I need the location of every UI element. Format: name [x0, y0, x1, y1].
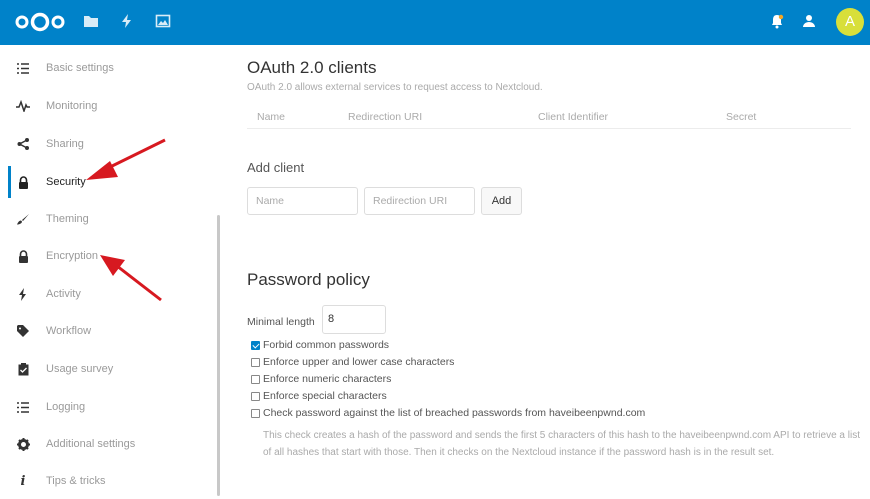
- lock-icon: [16, 249, 30, 263]
- enforce-numeric-checkbox[interactable]: [251, 375, 260, 384]
- sidebar-item-encryption[interactable]: Encryption: [0, 238, 216, 274]
- notifications-icon[interactable]: [770, 13, 784, 34]
- forbid-common-passwords-label[interactable]: Forbid common passwords: [263, 339, 389, 351]
- enforce-numeric-label[interactable]: Enforce numeric characters: [263, 373, 391, 385]
- sidebar-item-security[interactable]: Security: [0, 164, 216, 200]
- minimal-length-label: Minimal length: [247, 316, 315, 328]
- list-icon: [16, 400, 30, 414]
- enforce-special-label[interactable]: Enforce special characters: [263, 390, 387, 402]
- contacts-icon[interactable]: [801, 13, 817, 34]
- minimal-length-input[interactable]: 8: [322, 305, 386, 334]
- pulse-icon: [16, 99, 30, 113]
- breached-check-description: This check creates a hash of the passwor…: [263, 430, 860, 458]
- gallery-icon[interactable]: [155, 13, 171, 34]
- sidebar-item-monitoring[interactable]: Monitoring: [0, 88, 216, 124]
- activity-icon[interactable]: [120, 13, 134, 34]
- lightning-icon: [16, 287, 30, 301]
- client-name-input[interactable]: Name: [247, 187, 358, 215]
- sidebar-item-workflow[interactable]: Workflow: [0, 313, 216, 349]
- brush-icon: [16, 212, 30, 226]
- gear-icon: [16, 437, 30, 451]
- breached-passwords-label[interactable]: Check password against the list of breac…: [263, 407, 645, 419]
- sidebar-item-usage-survey[interactable]: Usage survey: [0, 351, 216, 387]
- sidebar-item-activity[interactable]: Activity: [0, 276, 216, 312]
- share-icon: [16, 137, 30, 151]
- column-header-client-identifier: Client Identifier: [538, 111, 609, 123]
- breached-passwords-checkbox[interactable]: [251, 409, 260, 418]
- sidebar-item-theming[interactable]: Theming: [0, 201, 216, 237]
- nextcloud-logo-icon[interactable]: [14, 12, 66, 37]
- sidebar-item-logging[interactable]: Logging: [0, 389, 216, 425]
- password-policy-title: Password policy: [247, 270, 370, 289]
- list-icon: [16, 61, 30, 75]
- enforce-special-checkbox[interactable]: [251, 392, 260, 401]
- avatar[interactable]: A: [836, 8, 864, 36]
- redirection-uri-input[interactable]: Redirection URI: [364, 187, 475, 215]
- column-header-name: Name: [257, 111, 286, 123]
- sidebar-item-sharing[interactable]: Sharing: [0, 126, 216, 162]
- sidebar-item-basic-settings[interactable]: Basic settings: [0, 50, 216, 86]
- add-client-title: Add client: [247, 160, 305, 175]
- sidebar-item-additional-settings[interactable]: Additional settings: [0, 426, 216, 462]
- settings-sidebar: Basic settings Monitoring Sharing Securi…: [0, 45, 222, 496]
- enforce-case-label[interactable]: Enforce upper and lower case characters: [263, 356, 454, 368]
- top-bar: A: [0, 0, 870, 45]
- column-header-redirection-uri: Redirection URI: [348, 111, 423, 123]
- info-icon: i: [20, 473, 26, 489]
- forbid-common-passwords-checkbox[interactable]: [251, 341, 260, 350]
- tag-icon: [16, 324, 30, 338]
- sidebar-item-tips-tricks[interactable]: i Tips & tricks: [0, 463, 216, 499]
- add-client-button[interactable]: Add: [481, 187, 522, 215]
- enforce-case-checkbox[interactable]: [251, 358, 260, 367]
- clipboard-icon: [16, 362, 30, 376]
- oauth-section-title: OAuth 2.0 clients: [247, 58, 377, 77]
- table-divider: [247, 128, 851, 129]
- sidebar-scrollbar[interactable]: [217, 215, 220, 496]
- files-icon[interactable]: [83, 13, 99, 34]
- lock-icon: [16, 175, 30, 189]
- column-header-secret: Secret: [726, 111, 757, 123]
- oauth-description: OAuth 2.0 allows external services to re…: [247, 82, 543, 93]
